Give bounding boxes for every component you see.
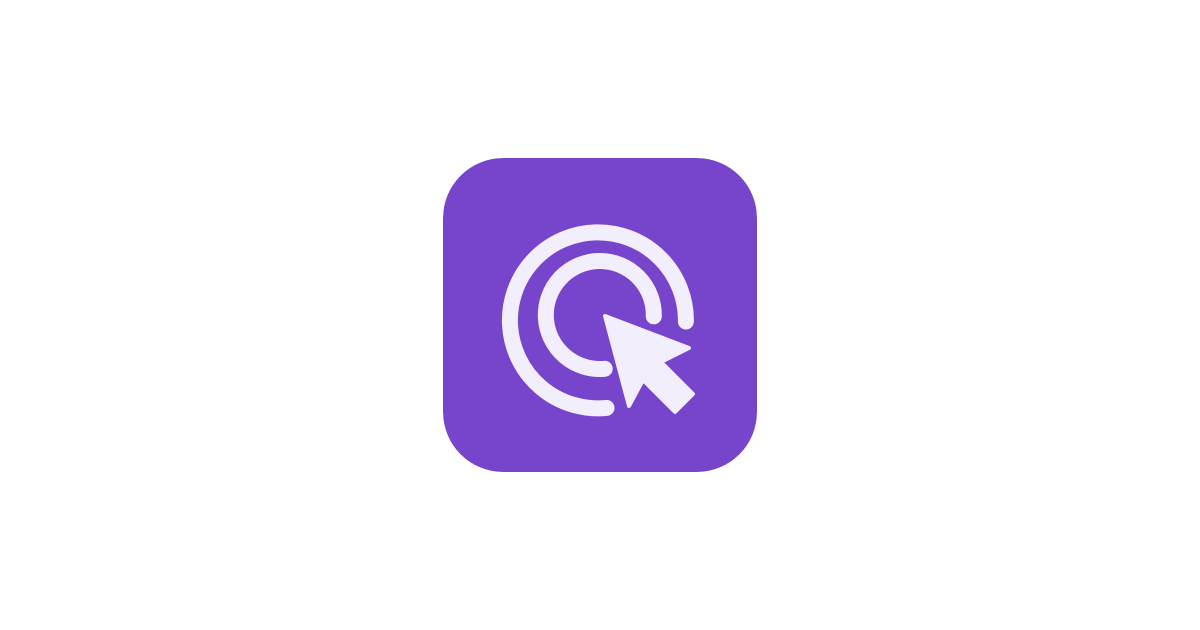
icon-background — [443, 158, 757, 472]
app-icon[interactable] — [443, 158, 757, 472]
click-target-cursor-icon — [443, 158, 757, 472]
page-canvas — [0, 0, 1200, 630]
